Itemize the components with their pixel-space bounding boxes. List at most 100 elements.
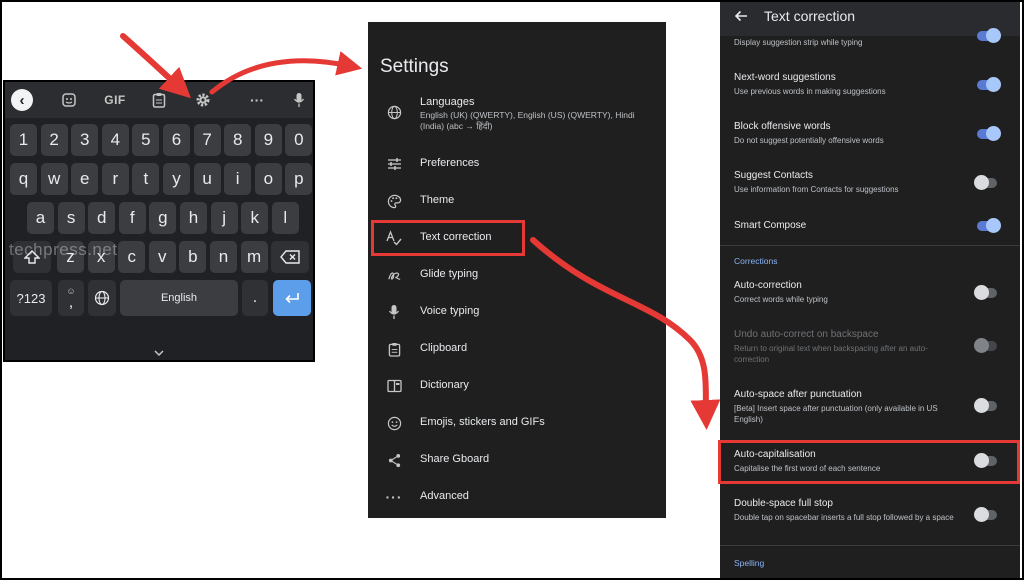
auto-capitalisation-highlight xyxy=(718,440,1020,484)
key-d[interactable]: d xyxy=(88,202,116,234)
key-p[interactable]: p xyxy=(285,163,313,195)
key-9[interactable]: 9 xyxy=(254,124,282,156)
key-2[interactable]: 2 xyxy=(40,124,68,156)
backspace-key[interactable] xyxy=(271,241,309,273)
settings-item-label: Advanced xyxy=(420,490,469,502)
emoji-comma-key[interactable]: ☺ , xyxy=(58,280,84,316)
emoji-icon xyxy=(386,415,402,431)
key-0[interactable]: 0 xyxy=(285,124,313,156)
page-title: Text correction xyxy=(764,8,856,24)
book-icon xyxy=(386,378,402,394)
back-arrow-icon[interactable]: ‹ xyxy=(11,89,33,111)
key-s[interactable]: s xyxy=(57,202,85,234)
clipboard-icon[interactable] xyxy=(145,82,173,118)
back-arrow-icon[interactable] xyxy=(734,7,748,27)
setting-sublabel: Return to original text when backspacing… xyxy=(734,344,928,364)
more-icon: ··· xyxy=(385,489,403,505)
setting-label: Smart Compose xyxy=(734,220,807,231)
mic-icon[interactable] xyxy=(287,82,311,118)
globe-icon[interactable] xyxy=(88,280,116,316)
spacebar-key[interactable]: English xyxy=(120,280,238,316)
key-q[interactable]: q xyxy=(10,163,37,195)
key-6[interactable]: 6 xyxy=(163,124,190,156)
sticker-icon[interactable] xyxy=(55,82,83,118)
settings-item-label: Share Gboard xyxy=(420,453,490,465)
key-c[interactable]: c xyxy=(118,241,146,273)
key-3[interactable]: 3 xyxy=(71,124,99,156)
key-7[interactable]: 7 xyxy=(193,124,221,156)
undo-auto-correct-toggle xyxy=(974,338,997,353)
key-1[interactable]: 1 xyxy=(10,124,37,156)
key-m[interactable]: m xyxy=(240,241,268,273)
key-8[interactable]: 8 xyxy=(224,124,252,156)
globe-icon xyxy=(386,104,402,120)
period-key[interactable]: . xyxy=(242,280,268,316)
key-i[interactable]: i xyxy=(224,163,252,195)
palette-icon xyxy=(386,193,402,209)
setting-label: Undo auto-correct on backspace xyxy=(734,329,879,340)
key-k[interactable]: k xyxy=(241,202,269,234)
key-v[interactable]: v xyxy=(148,241,176,273)
text-correction-header: Text correction xyxy=(720,0,1020,36)
setting-sublabel: Do not suggest potentially offensive wor… xyxy=(734,136,884,145)
auto-space-toggle[interactable] xyxy=(974,398,997,413)
setting-label: Next-word suggestions xyxy=(734,72,836,83)
section-divider xyxy=(720,245,1020,246)
gear-icon[interactable] xyxy=(189,82,217,118)
setting-sublabel: [Beta] Insert space after punctuation (o… xyxy=(734,404,938,424)
settings-item-label: Glide typing xyxy=(420,268,479,280)
auto-correction-toggle[interactable] xyxy=(974,285,997,300)
suggestion-strip-toggle[interactable] xyxy=(977,28,1001,43)
setting-label: Double-space full stop xyxy=(734,498,833,509)
key-a[interactable]: a xyxy=(27,202,54,234)
double-space-toggle[interactable] xyxy=(974,507,997,522)
key-g[interactable]: g xyxy=(149,202,177,234)
hide-keyboard-chevron-icon[interactable] xyxy=(5,344,313,360)
key-f[interactable]: f xyxy=(118,202,146,234)
more-icon[interactable]: ··· xyxy=(243,82,271,118)
gif-button[interactable]: GIF xyxy=(100,82,130,118)
settings-item-label: Emojis, stickers and GIFs xyxy=(420,416,545,428)
key-4[interactable]: 4 xyxy=(101,124,129,156)
glide-icon xyxy=(386,267,402,283)
key-h[interactable]: h xyxy=(180,202,207,234)
key-5[interactable]: 5 xyxy=(132,124,160,156)
key-j[interactable]: j xyxy=(210,202,238,234)
key-o[interactable]: o xyxy=(254,163,282,195)
key-u[interactable]: u xyxy=(193,163,221,195)
watermark: techpress.net xyxy=(9,240,118,259)
mic-icon xyxy=(386,304,402,320)
symbols-key[interactable]: ?123 xyxy=(10,280,52,316)
key-t[interactable]: t xyxy=(132,163,160,195)
key-y[interactable]: y xyxy=(163,163,190,195)
settings-item-label: Dictionary xyxy=(420,379,469,391)
text-correction-highlight xyxy=(371,220,525,256)
setting-label: Suggest Contacts xyxy=(734,170,813,181)
setting-sublabel: Use previous words in making suggestions xyxy=(734,87,886,96)
share-icon xyxy=(386,452,402,468)
settings-item-label: Theme xyxy=(420,194,455,206)
setting-sublabel: Correct words while typing xyxy=(734,295,828,304)
settings-panel: Settings Languages English (UK) (QWERTY)… xyxy=(368,22,666,518)
settings-item-sublabel: English (UK) (QWERTY), English (US) (QWE… xyxy=(420,110,635,131)
key-e[interactable]: e xyxy=(71,163,99,195)
settings-item-label: Clipboard xyxy=(420,342,468,354)
corrections-section-header: Corrections xyxy=(734,256,778,266)
keyboard-toolbar: ‹ GIF ··· xyxy=(5,82,313,118)
smart-compose-toggle[interactable] xyxy=(977,218,1001,233)
key-b[interactable]: b xyxy=(179,241,207,273)
suggest-contacts-toggle[interactable] xyxy=(974,175,997,190)
key-n[interactable]: n xyxy=(210,241,237,273)
text-correction-panel: Text correction Display suggestion strip… xyxy=(720,0,1020,578)
letter-row-1: qwertyuiop xyxy=(5,163,313,195)
settings-title: Settings xyxy=(380,56,449,77)
spelling-section-header: Spelling xyxy=(734,558,765,568)
enter-key[interactable] xyxy=(273,280,311,316)
block-offensive-toggle[interactable] xyxy=(977,126,1001,141)
key-l[interactable]: l xyxy=(271,202,299,234)
next-word-toggle[interactable] xyxy=(977,77,1001,92)
key-w[interactable]: w xyxy=(40,163,68,195)
settings-item-label: Preferences xyxy=(420,157,480,169)
suggestion-strip-sublabel: Display suggestion strip while typing xyxy=(734,38,863,47)
key-r[interactable]: r xyxy=(101,163,129,195)
